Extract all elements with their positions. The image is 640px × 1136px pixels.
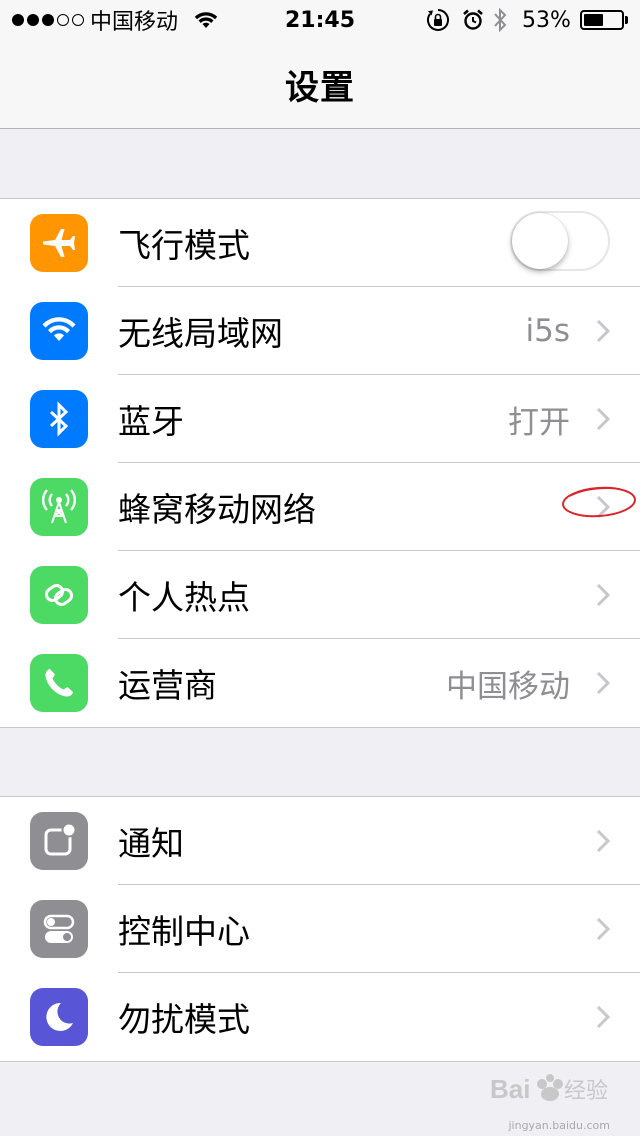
battery-percentage: 53% [522,7,571,33]
row-cellular[interactable]: 蜂窝移动网络 [0,463,640,551]
row-label: 勿扰模式 [118,1000,250,1039]
navigation-bar: 设置 [0,40,640,129]
settings-group-connectivity: 飞行模式 无线局域网 i5s 蓝牙 打开 蜂窝移动网络 个人热点 运营商 中国移… [0,198,640,728]
row-label: 运营商 [118,666,217,705]
rotation-lock-icon [426,0,450,40]
chevron-right-icon [596,583,610,607]
row-control-center[interactable]: 控制中心 [0,885,640,973]
row-value: i5s [525,313,571,349]
row-bluetooth[interactable]: 蓝牙 打开 [0,375,640,463]
chevron-right-icon [596,1005,610,1029]
row-label: 无线局域网 [118,314,283,353]
notifications-icon [30,812,88,870]
chevron-right-icon [596,407,610,431]
settings-group-system: 通知 控制中心 勿扰模式 [0,796,640,1062]
wifi-icon [30,302,88,360]
cellular-antenna-icon [30,478,88,536]
row-wifi[interactable]: 无线局域网 i5s [0,287,640,375]
row-label: 控制中心 [118,912,250,951]
watermark-url: jingyan.baidu.com [508,1119,610,1132]
baidu-jingyan-watermark-logo: Bai 经验 [490,1074,608,1104]
moon-icon [30,988,88,1046]
row-label: 通知 [118,824,184,863]
alarm-icon [462,0,484,40]
battery-icon [580,0,628,40]
phone-icon [30,654,88,712]
row-value: 中国移动 [446,668,570,705]
row-carrier[interactable]: 运营商 中国移动 [0,639,640,727]
svg-text:经验: 经验 [564,1079,608,1104]
airplane-mode-toggle[interactable] [510,211,610,271]
chevron-right-icon [596,829,610,853]
row-personal-hotspot[interactable]: 个人热点 [0,551,640,639]
row-label: 蓝牙 [118,402,184,441]
bluetooth-icon [30,390,88,448]
chevron-right-icon [596,671,610,695]
row-label: 蜂窝移动网络 [118,490,316,529]
chevron-right-icon [596,917,610,941]
row-label: 飞行模式 [118,226,250,265]
annotation-circle-icon [562,486,636,518]
control-center-icon [30,900,88,958]
row-do-not-disturb[interactable]: 勿扰模式 [0,973,640,1061]
svg-text:Bai: Bai [490,1074,530,1104]
chevron-right-icon [596,319,610,343]
hotspot-link-icon [30,566,88,624]
row-value: 打开 [508,404,570,441]
airplane-icon [30,214,88,272]
row-label: 个人热点 [118,578,250,617]
row-notifications[interactable]: 通知 [0,797,640,885]
page-title: 设置 [285,67,355,108]
bluetooth-status-icon [492,0,508,40]
toggle-knob [512,213,568,269]
row-airplane-mode: 飞行模式 [0,199,640,287]
status-bar: 中国移动 21:45 53% [0,0,640,40]
